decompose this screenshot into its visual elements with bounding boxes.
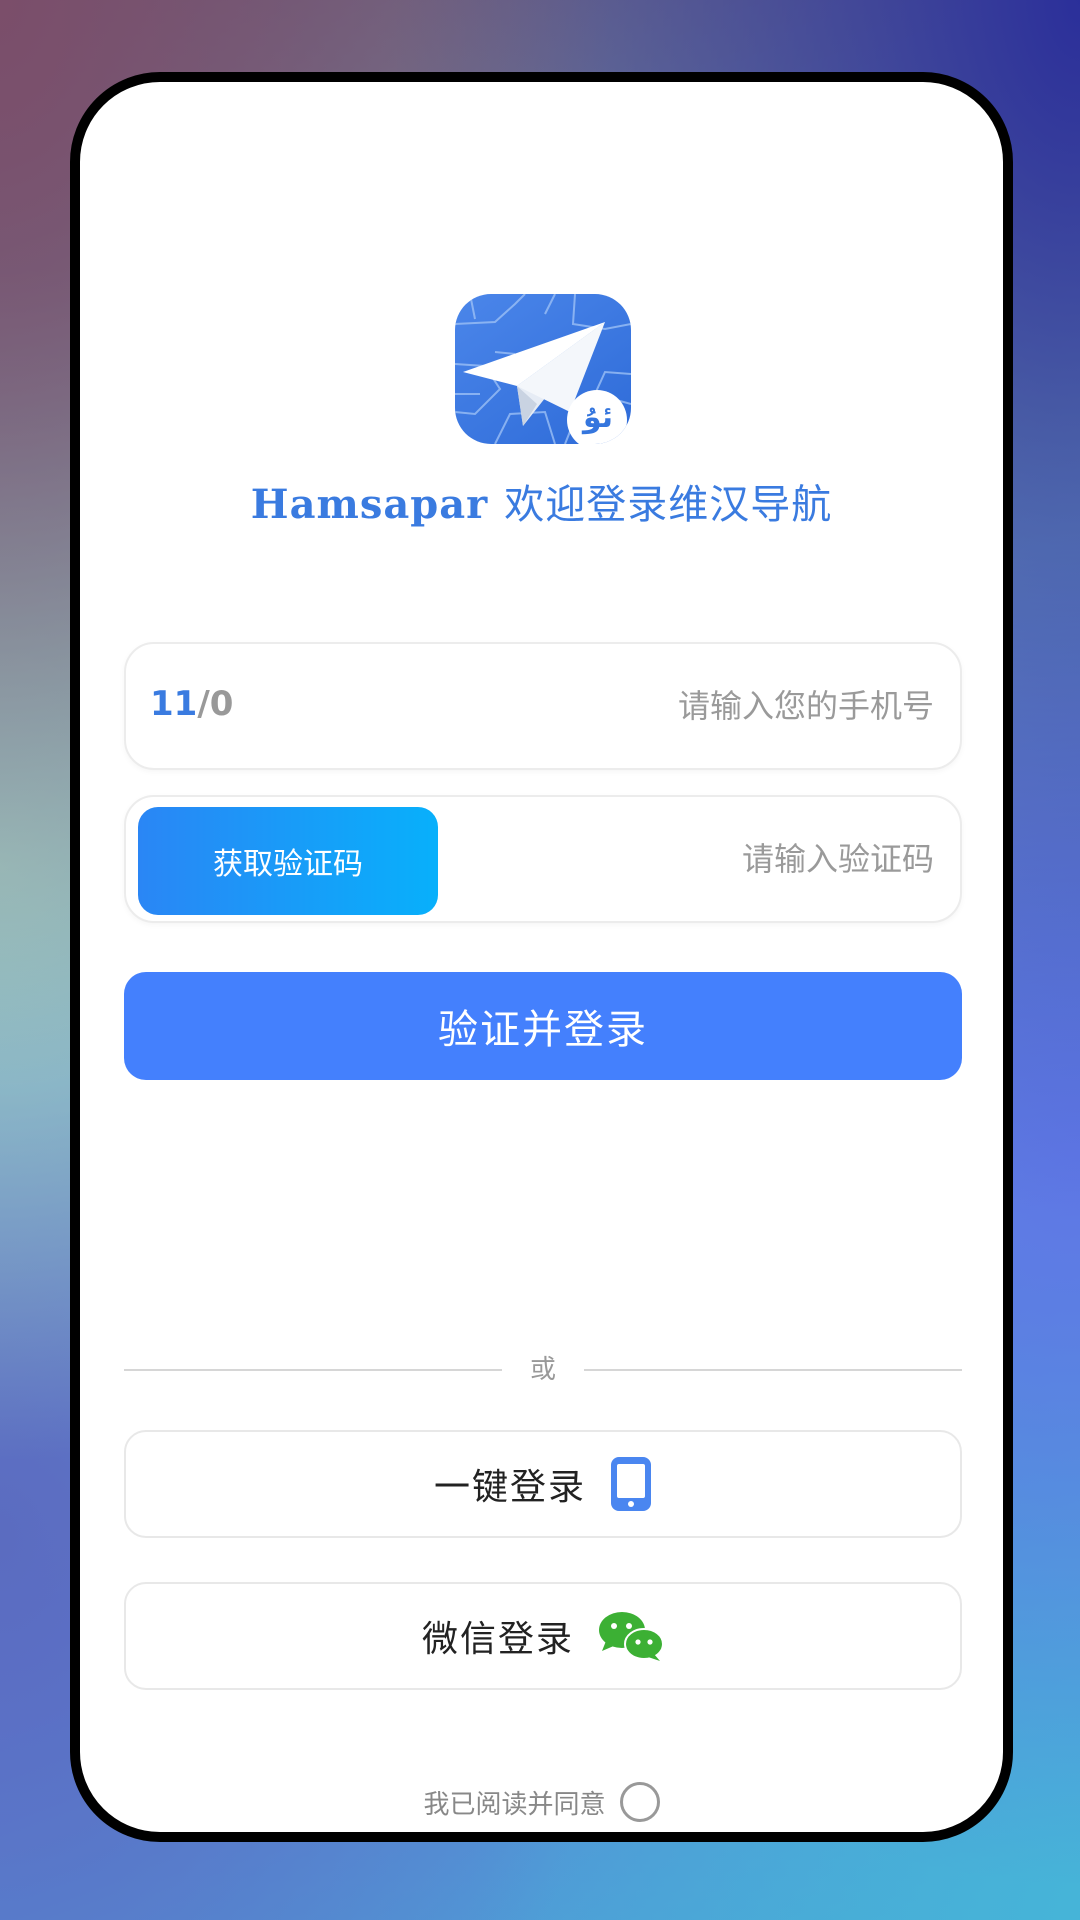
phone-input[interactable] bbox=[514, 644, 934, 768]
one-click-login-button[interactable]: 一键登录 bbox=[124, 1430, 962, 1538]
code-input[interactable] bbox=[514, 797, 934, 921]
agreement-checkbox[interactable] bbox=[619, 1782, 660, 1822]
one-click-login-label: 一键登录 bbox=[433, 1467, 586, 1508]
app-logo-icon: ئۇ bbox=[455, 294, 631, 444]
divider-line-right bbox=[584, 1369, 962, 1371]
counter-max: 11 bbox=[150, 684, 198, 724]
wechat-icon bbox=[598, 1611, 664, 1661]
phone-frame: ئۇ Hamsapar 欢迎登录维汉导航 11/0 获取验证码 验证并登录 或 一… bbox=[70, 72, 1013, 1842]
welcome-text: 欢迎登录维汉导航 bbox=[504, 482, 833, 528]
welcome-title: Hamsapar 欢迎登录维汉导航 bbox=[80, 472, 1003, 530]
agreement-text: 我已阅读并同意 bbox=[423, 1789, 606, 1820]
phone-length-counter: 11/0 bbox=[150, 684, 233, 724]
verify-login-button[interactable]: 验证并登录 bbox=[124, 972, 962, 1080]
counter-separator: / bbox=[197, 684, 210, 724]
or-divider: 或 bbox=[124, 1350, 962, 1390]
wechat-login-label: 微信登录 bbox=[421, 1619, 574, 1660]
counter-current: 0 bbox=[209, 684, 234, 724]
agreement-row: 我已阅读并同意 bbox=[80, 1782, 1003, 1822]
login-screen: ئۇ Hamsapar 欢迎登录维汉导航 11/0 获取验证码 验证并登录 或 一… bbox=[80, 82, 1003, 1832]
wechat-login-button[interactable]: 微信登录 bbox=[124, 1582, 962, 1690]
phone-icon bbox=[610, 1456, 652, 1512]
get-code-button[interactable]: 获取验证码 bbox=[138, 807, 438, 915]
phone-field: 11/0 bbox=[124, 642, 962, 770]
brand-name: Hamsapar bbox=[250, 481, 489, 528]
app-logo-badge: ئۇ bbox=[582, 400, 614, 435]
code-field: 获取验证码 bbox=[124, 795, 962, 923]
